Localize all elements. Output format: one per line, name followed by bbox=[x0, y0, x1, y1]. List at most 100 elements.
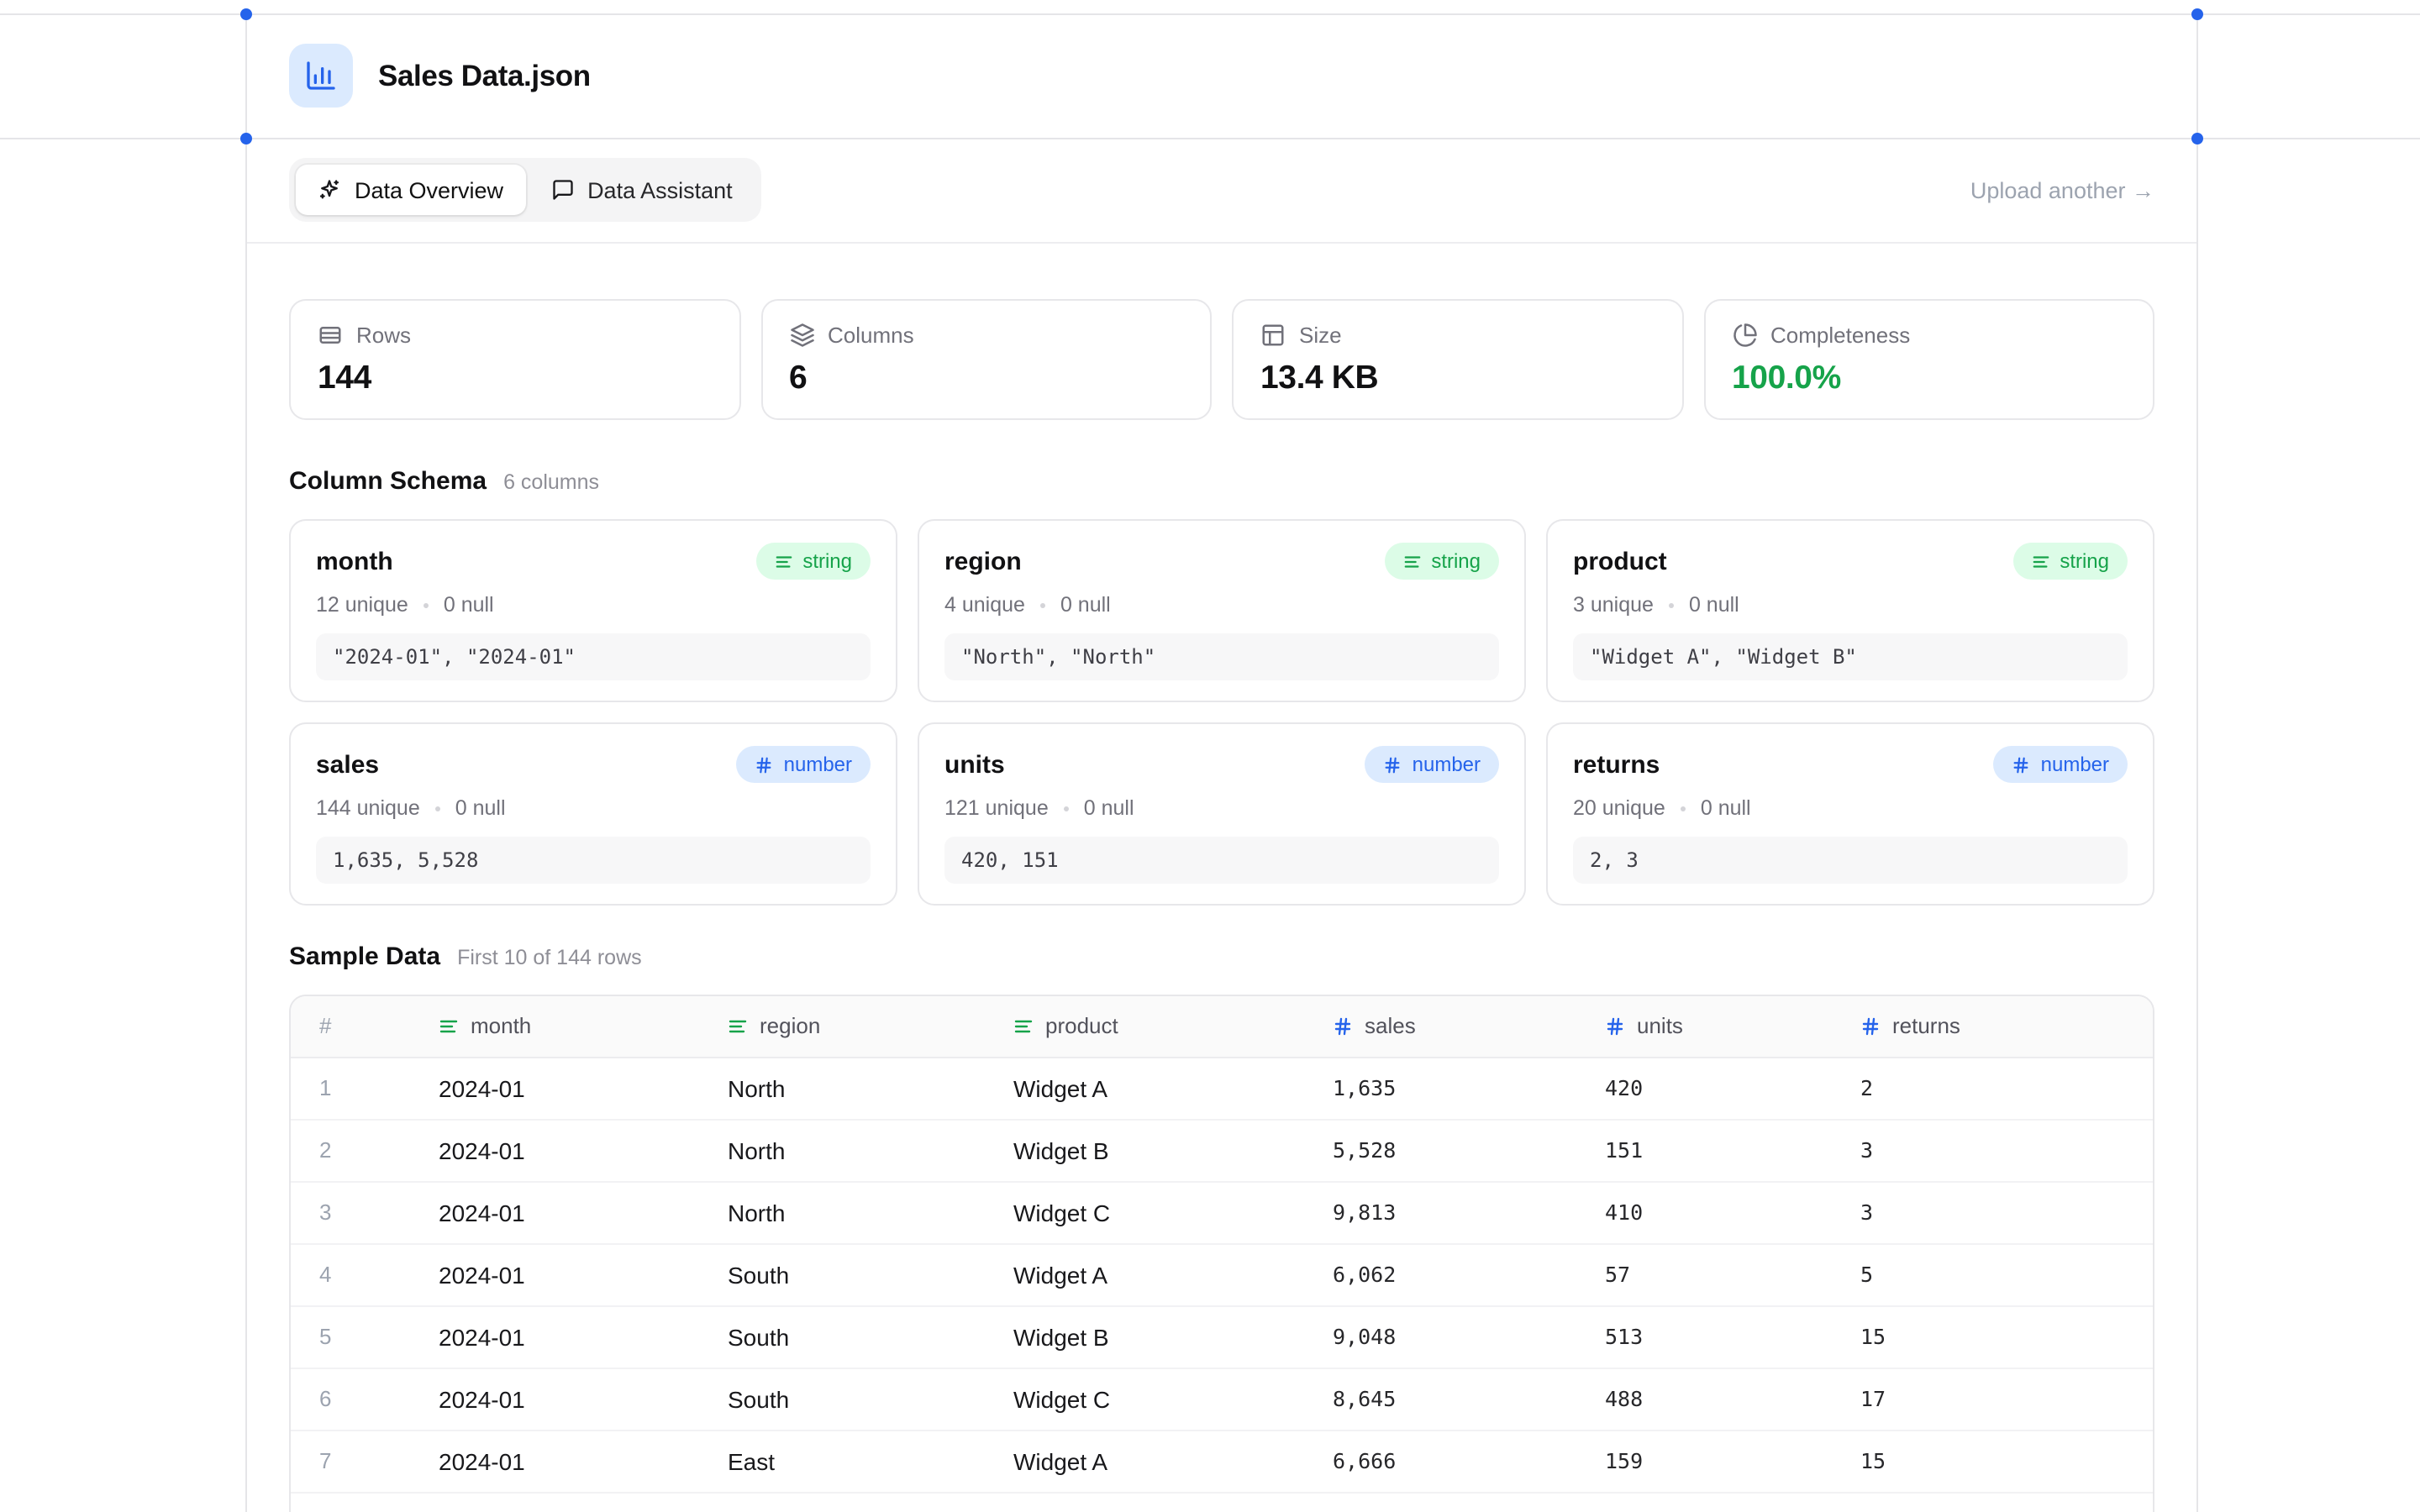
selection-handle[interactable] bbox=[2191, 8, 2203, 20]
sample-data-section: Sample Data First 10 of 144 rows # month bbox=[289, 942, 2154, 1512]
hash-icon bbox=[755, 755, 774, 774]
unique-count: 121 unique bbox=[944, 796, 1049, 820]
dot-separator bbox=[1669, 602, 1674, 607]
row-number: 6 bbox=[291, 1368, 418, 1430]
sample-values: 1,635, 5,528 bbox=[316, 837, 871, 884]
rows-icon bbox=[318, 323, 343, 348]
column-name: units bbox=[944, 750, 1005, 779]
type-badge: string bbox=[2012, 543, 2128, 580]
selection-handle[interactable] bbox=[240, 8, 252, 20]
schema-card-units: units number 121 unique 0 null bbox=[918, 722, 1526, 906]
schema-card-month: month string 12 unique 0 null bbox=[289, 519, 897, 702]
null-count: 0 null bbox=[444, 593, 494, 617]
file-title: Sales Data.json bbox=[378, 58, 591, 93]
toolbar: Data Overview Data Assistant Upload anot… bbox=[247, 138, 2196, 242]
type-label: number bbox=[1413, 753, 1481, 776]
row-number: 7 bbox=[291, 1430, 418, 1492]
stat-label: Columns bbox=[828, 323, 914, 348]
cell-product: Widget C bbox=[993, 1181, 1313, 1243]
cell-month: 2024-01 bbox=[418, 1119, 708, 1181]
stat-value: 100.0% bbox=[1732, 360, 2126, 398]
tab-bar: Data Overview Data Assistant bbox=[289, 158, 761, 222]
type-badge: number bbox=[1365, 746, 1499, 783]
column-name: month bbox=[316, 547, 393, 575]
cell-product: Widget B bbox=[993, 1492, 1313, 1512]
file-header: Sales Data.json bbox=[247, 13, 2196, 138]
stat-label: Size bbox=[1299, 323, 1342, 348]
stat-label: Rows bbox=[356, 323, 411, 348]
row-number: 3 bbox=[291, 1181, 418, 1243]
cell-units: 57 bbox=[1585, 1243, 1840, 1305]
hash-icon bbox=[1333, 1016, 1353, 1037]
cell-month: 2024-01 bbox=[418, 1057, 708, 1119]
cell-region: East bbox=[708, 1430, 993, 1492]
cell-month: 2024-01 bbox=[418, 1181, 708, 1243]
cell-sales: 6,666 bbox=[1313, 1430, 1585, 1492]
cell-units: 159 bbox=[1585, 1430, 1840, 1492]
cell-units: 410 bbox=[1585, 1181, 1840, 1243]
table-row: 5 2024-01 South Widget B 9,048 513 15 bbox=[291, 1305, 2154, 1368]
cell-product: Widget A bbox=[993, 1057, 1313, 1119]
text-lines-icon bbox=[2031, 552, 2049, 570]
schema-card-returns: returns number 20 unique 0 null bbox=[1546, 722, 2154, 906]
pie-chart-icon bbox=[1732, 323, 1757, 348]
upload-another-link[interactable]: Upload another → bbox=[1970, 177, 2154, 202]
cell-region: North bbox=[708, 1057, 993, 1119]
null-count: 0 null bbox=[1084, 796, 1134, 820]
type-label: string bbox=[2060, 549, 2109, 573]
schema-card-region: region string 4 unique 0 null bbox=[918, 519, 1526, 702]
unique-count: 4 unique bbox=[944, 593, 1025, 617]
tab-data-assistant[interactable]: Data Assistant bbox=[529, 165, 755, 215]
column-name: returns bbox=[1573, 750, 1660, 779]
stat-value: 144 bbox=[318, 360, 712, 398]
chat-bubble-icon bbox=[550, 178, 574, 202]
table-row: 6 2024-01 South Widget C 8,645 488 17 bbox=[291, 1368, 2154, 1430]
dot-separator bbox=[1040, 602, 1045, 607]
text-lines-icon bbox=[728, 1016, 748, 1037]
text-lines-icon bbox=[1013, 1016, 1034, 1037]
stat-card-rows: Rows 144 bbox=[289, 299, 740, 420]
unique-count: 3 unique bbox=[1573, 593, 1654, 617]
schema-card-sales: sales number 144 unique 0 null bbox=[289, 722, 897, 906]
hash-icon bbox=[1605, 1016, 1625, 1037]
selection-handle[interactable] bbox=[240, 133, 252, 144]
type-label: number bbox=[2041, 753, 2109, 776]
column-name: sales bbox=[316, 750, 379, 779]
hash-icon bbox=[1384, 755, 1402, 774]
table-row: 2 2024-01 North Widget B 5,528 151 3 bbox=[291, 1119, 2154, 1181]
tab-label: Data Overview bbox=[355, 177, 503, 202]
type-label: number bbox=[784, 753, 852, 776]
cell-sales: 6,062 bbox=[1313, 1243, 1585, 1305]
main-content: Rows 144 Columns 6 bbox=[247, 299, 2196, 1512]
selection-handle[interactable] bbox=[2191, 133, 2203, 144]
hash-icon bbox=[1860, 1016, 1881, 1037]
hash-icon bbox=[2012, 755, 2031, 774]
schema-grid: month string 12 unique 0 null bbox=[289, 519, 2154, 906]
cell-returns: 3 bbox=[1840, 1119, 2154, 1181]
cell-returns: 15 bbox=[1840, 1305, 2154, 1368]
table-header-row: # month region product sales units retur… bbox=[291, 996, 2154, 1057]
column-name: region bbox=[944, 547, 1022, 575]
type-badge: string bbox=[1384, 543, 1499, 580]
sample-values: "North", "North" bbox=[944, 633, 1499, 680]
type-badge: number bbox=[1994, 746, 2128, 783]
cell-returns: 17 bbox=[1840, 1368, 2154, 1430]
table-row: 8 2024-01 East Widget B 8,640 538 11 bbox=[291, 1492, 2154, 1512]
type-badge: string bbox=[755, 543, 871, 580]
cell-region: North bbox=[708, 1119, 993, 1181]
cell-month: 2024-01 bbox=[418, 1243, 708, 1305]
null-count: 0 null bbox=[1701, 796, 1751, 820]
table-row: 7 2024-01 East Widget A 6,666 159 15 bbox=[291, 1430, 2154, 1492]
sample-values: 2, 3 bbox=[1573, 837, 2128, 884]
header-region: region bbox=[708, 996, 993, 1057]
cell-units: 420 bbox=[1585, 1057, 1840, 1119]
header-returns: returns bbox=[1840, 996, 2154, 1057]
column-schema-section: Column Schema 6 columns month string bbox=[289, 467, 2154, 906]
tab-data-overview[interactable]: Data Overview bbox=[296, 165, 525, 215]
cell-month: 2024-01 bbox=[418, 1305, 708, 1368]
unique-count: 20 unique bbox=[1573, 796, 1665, 820]
row-number: 5 bbox=[291, 1305, 418, 1368]
cell-product: Widget A bbox=[993, 1430, 1313, 1492]
sample-data-table: # month region product sales units retur… bbox=[289, 995, 2154, 1512]
header-product: product bbox=[993, 996, 1313, 1057]
